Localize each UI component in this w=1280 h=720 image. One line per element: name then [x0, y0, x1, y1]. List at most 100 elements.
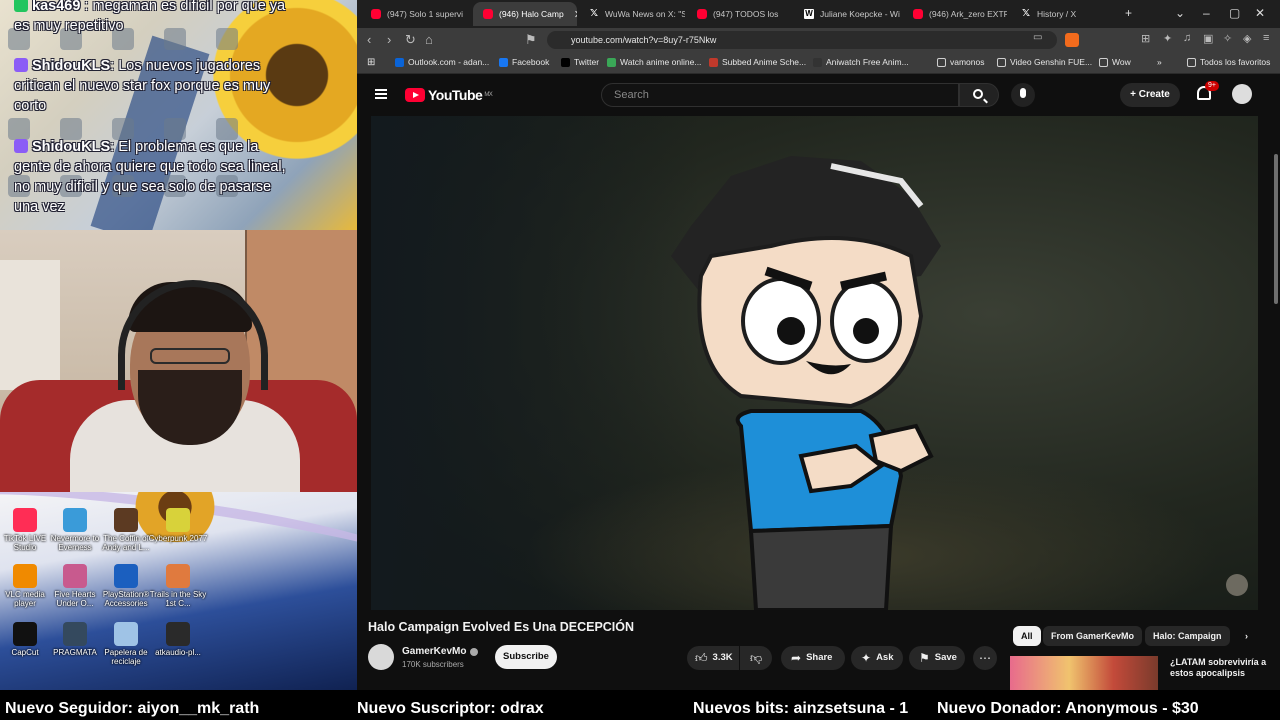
- desktop-shortcut[interactable]: Trails in the Sky 1st C...: [148, 564, 208, 608]
- chat-message: ShidouKLS: Los nuevos jugadores critican…: [14, 58, 271, 114]
- chat-username: ShidouKLS: [32, 58, 111, 74]
- background-shelf: [0, 260, 60, 390]
- bookmark-item[interactable]: Subbed Anime Sche...: [709, 57, 806, 67]
- wikipedia-icon: W: [804, 9, 814, 19]
- desktop-shortcut[interactable]: Cyberpunk 2077: [148, 508, 208, 543]
- youtube-icon: [483, 9, 493, 19]
- close-window-icon[interactable]: ✕: [1255, 6, 1265, 20]
- tab-label: (946) Ark_zero EXTR: [929, 9, 1007, 19]
- bookmark-label: Twitter: [574, 57, 600, 67]
- recommendation-thumbnail[interactable]: [1010, 656, 1158, 690]
- subscribe-button[interactable]: Subscribe: [495, 645, 557, 669]
- chip-from-channel[interactable]: From GamerKevMo: [1043, 626, 1143, 646]
- back-icon[interactable]: ‹: [367, 32, 371, 47]
- desktop-shortcut[interactable]: The Coffin of Andy and L...: [96, 508, 156, 552]
- voice-search-icon[interactable]: [1011, 83, 1035, 107]
- channel-name[interactable]: GamerKevMo: [402, 646, 466, 657]
- minimize-icon[interactable]: –: [1203, 6, 1210, 20]
- bookmark-icon: ⚑: [919, 651, 930, 665]
- browser-tab[interactable]: 𝕏 History / X: [1011, 2, 1111, 26]
- app-icon: [63, 564, 87, 588]
- bookmark-item[interactable]: Outlook.com - adan...: [395, 57, 489, 67]
- desktop-wallpaper: TikTok LIVE Studio Nevermore to Everness T…: [0, 492, 357, 690]
- home-icon[interactable]: ⌂: [425, 32, 433, 47]
- character-pants: [748, 523, 894, 610]
- bookmark-item[interactable]: Wow: [1099, 57, 1131, 67]
- maximize-icon[interactable]: ▢: [1229, 6, 1240, 20]
- like-button[interactable]: 👍︎ 3.3K: [687, 646, 739, 670]
- thumbs-down-icon: 👎︎: [750, 651, 763, 665]
- chat-badge-icon: [14, 139, 28, 153]
- reload-icon[interactable]: ↻: [405, 32, 416, 48]
- recommendation-title[interactable]: ¿LATAM sobreviviría a estos apocalipsis: [1170, 657, 1270, 679]
- ask-button[interactable]: ✦ Ask: [851, 646, 903, 670]
- app-icon: [63, 622, 87, 646]
- cast-icon[interactable]: ▭: [1033, 32, 1042, 43]
- chip-halo-campaign[interactable]: Halo: Campaign: [1145, 626, 1230, 646]
- character-left-pupil: [777, 317, 805, 345]
- page-scrollbar[interactable]: [1274, 154, 1278, 304]
- all-bookmarks[interactable]: Todos los favoritos: [1187, 57, 1270, 67]
- url-field[interactable]: youtube.com/watch?v=8uy7-r75Nkw: [547, 31, 1057, 49]
- more-bookmarks-icon[interactable]: »: [1157, 57, 1162, 67]
- browser-tab[interactable]: (946) Halo Camp ✕: [473, 2, 577, 26]
- browser-tab[interactable]: 𝕏 WuWa News on X: "S: [579, 2, 685, 26]
- save-button[interactable]: ⚑ Save: [909, 646, 965, 670]
- bookmark-icon[interactable]: ⚑: [525, 32, 537, 48]
- bookmark-item[interactable]: vamonos: [937, 57, 985, 67]
- close-tab-icon[interactable]: ✕: [574, 8, 577, 21]
- new-tab-icon[interactable]: +: [1125, 6, 1132, 20]
- bookmark-item[interactable]: Video Genshin FUE...: [997, 57, 1092, 67]
- bookmark-item[interactable]: Aniwatch Free Anim...: [813, 57, 909, 67]
- more-actions-button[interactable]: ⋯: [973, 646, 997, 670]
- sidebar-icon[interactable]: ▣: [1203, 32, 1213, 45]
- forward-icon[interactable]: ›: [387, 32, 391, 47]
- create-button[interactable]: + Create: [1120, 83, 1180, 107]
- youtube-logo[interactable]: YouTube MX: [405, 87, 493, 103]
- bookmark-label: Subbed Anime Sche...: [722, 57, 807, 67]
- apps-grid-icon[interactable]: ⊞: [367, 57, 375, 68]
- music-icon[interactable]: ♫: [1183, 32, 1191, 44]
- search-input[interactable]: Search: [601, 83, 959, 107]
- channel-watermark-icon[interactable]: [1226, 574, 1248, 596]
- webcam-feed: [0, 230, 357, 492]
- desktop-shortcut[interactable]: PlayStation® Accessories: [96, 564, 156, 608]
- folder-icon: [1187, 57, 1196, 67]
- browser-tab[interactable]: (947) TODOS los: [687, 2, 791, 26]
- bookmark-item[interactable]: Twitter: [561, 57, 599, 67]
- brave-shield-icon[interactable]: [1065, 33, 1079, 47]
- app-icon: [13, 622, 37, 646]
- menu-icon[interactable]: ≡: [1263, 32, 1269, 44]
- shortcut-label: The Coffin of Andy and L...: [102, 534, 150, 552]
- account-avatar[interactable]: [1232, 84, 1252, 104]
- video-player[interactable]: [371, 116, 1258, 610]
- dislike-button[interactable]: 👎︎: [740, 646, 772, 670]
- channel-avatar[interactable]: [368, 644, 394, 670]
- desktop-shortcut[interactable]: atkaudio-pl...: [148, 622, 208, 657]
- browser-tab[interactable]: (947) Solo 1 supervi: [361, 2, 469, 26]
- hamburger-menu-icon[interactable]: [375, 89, 387, 99]
- character-right-pupil: [853, 318, 879, 344]
- puzzle-icon[interactable]: ✦: [1163, 32, 1172, 45]
- share-button[interactable]: ➦ Share: [781, 646, 845, 670]
- leo-icon[interactable]: ✧: [1223, 32, 1232, 45]
- vpn-icon[interactable]: ◈: [1243, 32, 1251, 45]
- chip-next-arrow-icon[interactable]: ›: [1237, 626, 1256, 646]
- bookmark-item[interactable]: Watch anime online...: [607, 57, 701, 67]
- region-code: MX: [484, 92, 493, 98]
- sparkle-icon: ✦: [861, 651, 872, 665]
- bookmark-item[interactable]: Facebook: [499, 57, 549, 67]
- chip-all[interactable]: All: [1013, 626, 1041, 646]
- bookmark-favicon-icon: [561, 57, 570, 67]
- shortcut-label: Papelera de reciclaje: [104, 648, 148, 666]
- browser-tab[interactable]: (946) Ark_zero EXTR: [903, 2, 1007, 26]
- app-icon: [166, 622, 190, 646]
- chat-username: ShidouKLS: [32, 139, 111, 155]
- tab-search-icon[interactable]: ⌄: [1175, 6, 1185, 20]
- youtube-header: YouTube MX Search + Create 9+: [357, 74, 1280, 116]
- extensions-icon[interactable]: ⊞: [1141, 32, 1150, 45]
- app-icon: [114, 622, 138, 646]
- desktop-shortcut[interactable]: Papelera de reciclaje: [96, 622, 156, 666]
- search-button[interactable]: [959, 83, 999, 107]
- browser-tab[interactable]: W Juliane Koepcke - Wi: [794, 2, 900, 26]
